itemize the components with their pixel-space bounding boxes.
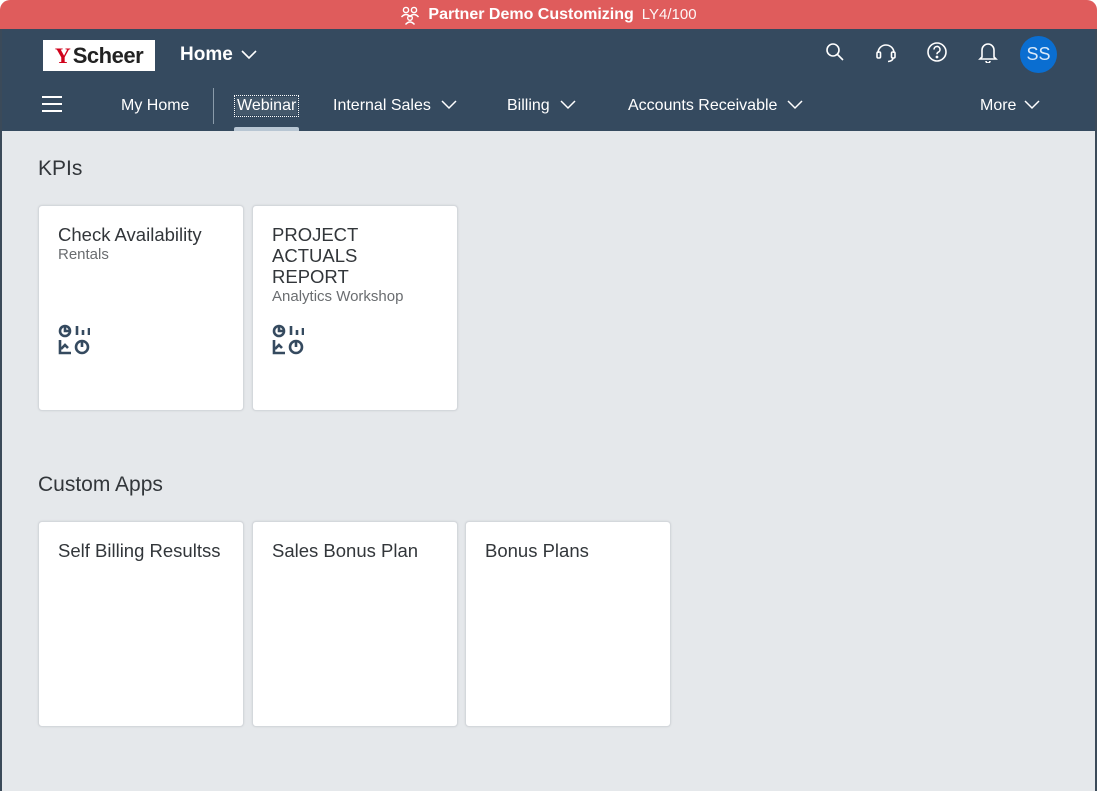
shell-header: Y Scheer Home SS My Home Webinar Interna…	[0, 29, 1097, 131]
nav-item-internal-sales[interactable]: Internal Sales	[333, 80, 457, 131]
tile-title: Bonus Plans	[485, 540, 589, 561]
chevron-down-icon	[1024, 97, 1040, 115]
nav-item-webinar[interactable]: Webinar	[233, 80, 300, 131]
kpi-icon	[272, 323, 305, 355]
section-title-kpis: KPIs	[38, 157, 83, 180]
logo-mark: Y	[54, 42, 71, 68]
tile-self-billing-results[interactable]: Self Billing Resultss	[38, 521, 244, 727]
app-title-menu[interactable]: Home	[180, 41, 257, 69]
chevron-down-icon	[560, 97, 576, 115]
nav-separator	[213, 88, 214, 124]
headset-icon	[875, 41, 897, 68]
tile-title: PROJECT ACTUALS REPORT	[272, 224, 359, 287]
environment-banner: Partner Demo Customizing LY4/100	[0, 0, 1097, 29]
help-button[interactable]	[918, 36, 955, 73]
menu-icon[interactable]	[41, 94, 65, 116]
search-icon	[825, 42, 845, 67]
tile-project-actuals-report[interactable]: PROJECT ACTUALS REPORT Analytics Worksho…	[252, 205, 458, 411]
tile-title: Check Availability	[58, 224, 202, 245]
tile-check-availability[interactable]: Check Availability Rentals	[38, 205, 244, 411]
support-button[interactable]	[867, 36, 904, 73]
search-button[interactable]	[816, 36, 853, 73]
kpi-icon	[58, 323, 91, 355]
nav-item-label: More	[980, 96, 1017, 114]
launchpad-content: KPIs Check Availability Rentals PROJECT …	[0, 131, 1097, 791]
navigation-bar: My Home Webinar Internal Sales Billing A	[0, 80, 1097, 131]
bell-icon	[977, 41, 998, 68]
tile-sales-bonus-plan[interactable]: Sales Bonus Plan	[252, 521, 458, 727]
nav-item-label: Accounts Receivable	[628, 96, 778, 114]
tile-subtitle: Rentals	[58, 246, 109, 263]
nav-item-more[interactable]: More	[980, 80, 1040, 131]
chevron-down-icon	[241, 44, 257, 66]
nav-item-billing[interactable]: Billing	[507, 80, 576, 131]
section-title-custom-apps: Custom Apps	[38, 473, 163, 496]
nav-item-accounts-receivable[interactable]: Accounts Receivable	[628, 80, 803, 131]
app-title: Home	[180, 44, 233, 65]
user-avatar[interactable]: SS	[1020, 36, 1057, 73]
environment-system: LY4/100	[641, 6, 697, 23]
nav-item-my-home[interactable]: My Home	[121, 80, 189, 131]
nav-item-label: Internal Sales	[333, 96, 431, 114]
window-border-left	[0, 29, 2, 791]
app-window: Partner Demo Customizing LY4/100 Y Scheer…	[0, 0, 1097, 791]
tile-title: Self Billing Resultss	[58, 540, 221, 561]
nav-item-label: My Home	[121, 96, 190, 114]
tile-subtitle: Analytics Workshop	[272, 288, 404, 305]
tile-title: Sales Bonus Plan	[272, 540, 419, 561]
company-logo[interactable]: Y Scheer	[43, 40, 155, 71]
nav-item-label: Webinar	[233, 94, 300, 117]
tile-bonus-plans[interactable]: Bonus Plans	[465, 521, 671, 727]
chevron-down-icon	[787, 97, 803, 115]
nav-item-label: Billing	[507, 96, 550, 114]
environment-title: Partner Demo Customizing	[428, 5, 634, 23]
notifications-button[interactable]	[969, 36, 1006, 73]
chevron-down-icon	[441, 97, 457, 115]
header-actions: SS	[816, 36, 1057, 73]
logo-text: Scheer	[72, 42, 144, 68]
help-icon	[926, 41, 948, 68]
users-icon	[400, 5, 420, 25]
